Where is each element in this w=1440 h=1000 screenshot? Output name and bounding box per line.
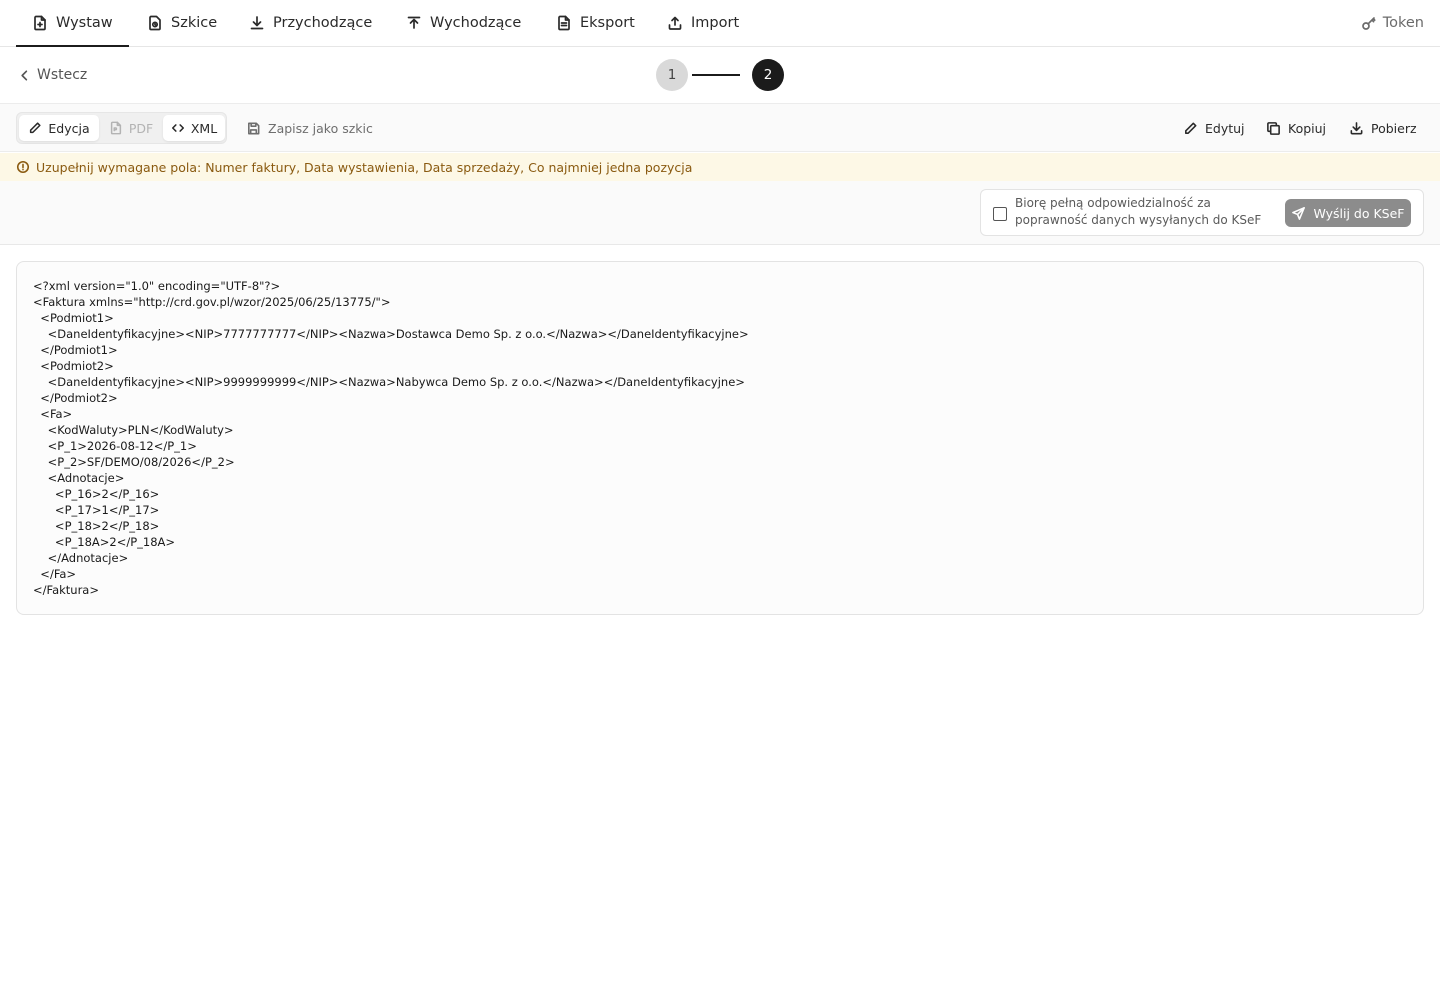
toolbar: Edycja PDF XML Zapisz jako szkic Edytuj … — [0, 104, 1440, 152]
tab-szkice[interactable]: Szkice — [147, 0, 217, 46]
tab-label: Wystaw — [56, 15, 113, 31]
tab-przychodzace[interactable]: Przychodzące — [249, 0, 372, 46]
pdf-button[interactable]: PDF — [101, 115, 161, 141]
pencil-icon — [30, 122, 41, 134]
edit-button[interactable]: Edytuj — [1183, 104, 1245, 152]
copy-button[interactable]: Kopiuj — [1266, 104, 1326, 152]
code-icon — [171, 124, 184, 132]
edycja-label: Edycja — [48, 120, 90, 136]
send-to-ksef-button[interactable]: Wyślij do KSeF — [1285, 199, 1411, 227]
back-button[interactable]: Wstecz — [18, 47, 87, 103]
save-draft-label: Zapisz jako szkic — [268, 120, 373, 136]
edit-label: Edytuj — [1205, 120, 1245, 136]
responsibility-checkbox[interactable] — [993, 207, 1007, 221]
tab-import[interactable]: Import — [667, 0, 739, 46]
pdf-label: PDF — [128, 120, 154, 136]
download-icon — [249, 15, 265, 31]
copy-icon — [1267, 121, 1280, 135]
tab-label: Eksport — [580, 15, 635, 31]
step-connector — [692, 74, 740, 76]
token-button[interactable]: Token — [1361, 0, 1424, 46]
send-panel: Biorę pełną odpowiedzialność za poprawno… — [0, 181, 1440, 245]
pencil-icon — [1185, 122, 1197, 134]
xml-label: XML — [190, 120, 218, 136]
tab-label: Wychodzące — [430, 15, 522, 31]
tab-wychodzace[interactable]: Wychodzące — [406, 0, 521, 46]
key-icon — [1361, 17, 1376, 30]
download-icon — [1350, 121, 1363, 134]
save-icon — [248, 122, 260, 134]
import-icon — [667, 15, 683, 31]
download-label: Pobierz — [1371, 120, 1417, 136]
tab-label: Przychodzące — [273, 15, 373, 31]
xml-content: <?xml version="1.0" encoding="UTF-8"?> <… — [33, 279, 749, 597]
responsibility-label[interactable]: Biorę pełną odpowiedzialność za poprawno… — [1015, 195, 1271, 229]
file-text-icon — [556, 15, 572, 31]
step-2[interactable]: 2 — [752, 59, 784, 91]
warning-text: Uzupełnij wymagane pola: Numer faktury, … — [36, 159, 693, 175]
pdf-file-icon — [110, 121, 121, 135]
send-icon — [1292, 206, 1306, 220]
chevron-left-icon — [21, 69, 28, 81]
top-navigation: Wystaw Szkice Przychodzące Wychodzące Ek… — [0, 0, 1440, 47]
copy-label: Kopiuj — [1288, 120, 1327, 136]
tab-label: Import — [691, 15, 740, 31]
edycja-button[interactable]: Edycja — [19, 115, 99, 141]
token-label: Token — [1382, 15, 1424, 31]
save-draft-button[interactable]: Zapisz jako szkic — [246, 104, 373, 152]
tab-eksport[interactable]: Eksport — [556, 0, 635, 46]
tab-label: Szkice — [171, 15, 218, 31]
view-mode-switcher: Edycja PDF XML — [16, 112, 227, 144]
send-box: Biorę pełną odpowiedzialność za poprawno… — [980, 189, 1424, 236]
file-plus-icon — [32, 15, 48, 31]
validation-warning: Uzupełnij wymagane pola: Numer faktury, … — [0, 153, 1440, 181]
step-1[interactable]: 1 — [656, 59, 688, 91]
upload-icon — [406, 15, 422, 31]
download-button[interactable]: Pobierz — [1349, 104, 1417, 152]
send-button-label: Wyślij do KSeF — [1313, 205, 1405, 221]
tab-wystaw[interactable]: Wystaw — [16, 0, 129, 47]
xml-preview: <?xml version="1.0" encoding="UTF-8"?> <… — [16, 261, 1424, 615]
xml-button[interactable]: XML — [163, 115, 225, 141]
back-label: Wstecz — [37, 67, 88, 83]
drafts-icon — [147, 15, 163, 31]
alert-circle-icon — [16, 160, 30, 174]
step-header: Wstecz 1 2 — [0, 47, 1440, 104]
